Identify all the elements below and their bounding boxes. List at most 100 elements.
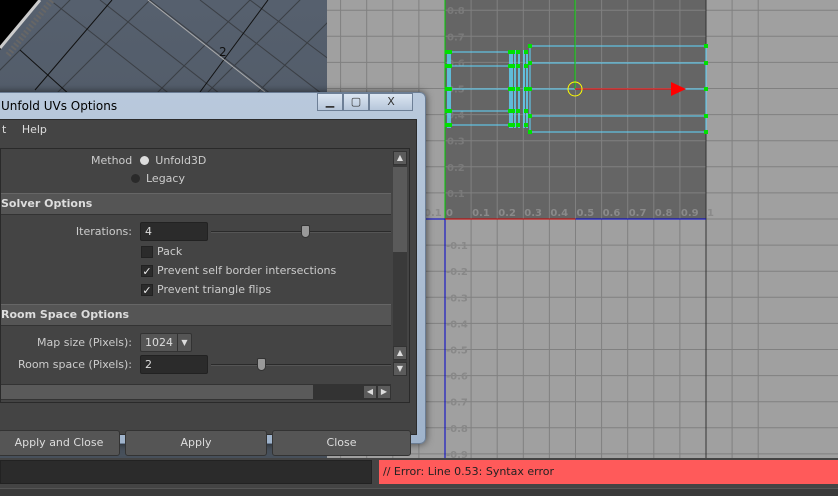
uv-vertex [511,64,515,68]
chevron-down-icon: ▼ [177,334,191,351]
unfold3d-label[interactable]: Unfold3D [155,154,206,167]
u-tick-label: 0 [446,208,453,219]
hscroll-thumb[interactable] [1,385,313,399]
u-tick-label: 0.7 [629,208,647,219]
v-tick-label: -0.5 [446,346,468,357]
room-space-label: Room space (Pixels): [17,358,132,371]
uv-vertex [448,50,452,54]
horizontal-scrollbar[interactable]: ◀ ▶ [1,384,391,400]
u-tick-label: 1 [707,208,714,219]
menu-edit[interactable]: t [2,123,6,136]
room-space-options-header[interactable]: Room Space Options [1,304,391,326]
vertical-scrollbar[interactable]: ▲ ▲ ▼ [393,151,407,376]
u-tick-label: 0.1 [472,208,490,219]
scroll-up-icon[interactable]: ▲ [393,346,407,360]
room-space-field[interactable]: 2 [140,355,208,374]
options-panel: Method Unfold3D Legacy Solver Options It… [0,148,410,403]
uv-vertex [511,87,515,91]
error-message: // Error: Line 0.53: Syntax error [379,460,838,484]
dialog-title: Unfold UVs Options [1,99,118,113]
uv-vertex [448,87,452,91]
iterations-field[interactable]: 4 [140,222,208,241]
uv-vertex [448,109,452,113]
pack-checkbox[interactable] [141,245,153,258]
uv-vertex [704,44,708,48]
scroll-left-icon[interactable]: ◀ [363,385,377,399]
scroll-thumb[interactable] [393,167,407,252]
uv-vertex [524,87,528,91]
uv-vertex [528,61,532,65]
uv-vertex [516,109,520,113]
iterations-slider[interactable] [211,225,391,238]
minimize-button[interactable]: ▁ [317,93,343,111]
scroll-right-icon[interactable]: ▶ [377,385,391,399]
v-tick-label: -0.7 [446,398,468,409]
slider-thumb[interactable] [301,225,310,238]
u-tick-label: 0.4 [550,208,568,219]
u-tick-label: 0.5 [577,208,595,219]
close-window-button[interactable]: X [369,93,413,111]
map-size-value: 1024 [145,336,173,349]
menu-bar: t Help [0,120,416,142]
v-tick-label: 0.8 [447,6,465,17]
radio-legacy[interactable] [131,174,140,183]
uv-vertex [516,64,520,68]
v-tick-label: 0.1 [447,189,465,200]
v-tick-label: 0.2 [447,163,465,174]
map-size-dropdown[interactable]: 1024 ▼ [140,333,192,352]
prevent-border-checkbox[interactable]: ✓ [141,264,153,277]
u-tick-label: 0.8 [655,208,673,219]
uv-vertex [704,130,708,134]
u-tick-label: 0.6 [603,208,621,219]
uv-vertex [524,64,528,68]
u-tick-label: 0.3 [524,208,542,219]
uv-vertex [511,109,515,113]
uv-vertex [524,109,528,113]
command-input[interactable] [0,460,372,484]
v-tick-label: 0.7 [447,32,465,43]
slider-thumb[interactable] [257,358,266,371]
v-tick-label: -0.6 [446,372,468,383]
v-tick-label: -0.3 [446,293,468,304]
pack-label: Pack [157,245,183,258]
uv-vertex [448,123,452,127]
v-tick-label: -0.1 [446,241,468,252]
prevent-border-label: Prevent self border intersections [157,264,337,277]
v-tick-label: 0.3 [447,137,465,148]
u-tick-label: 0.9 [681,208,699,219]
apply-and-close-button[interactable]: Apply and Close [0,430,120,456]
radio-unfold3d[interactable] [140,156,150,165]
unfold-uvs-options-dialog: Unfold UVs Options ▁ ▢ X t Help Method U… [0,92,426,456]
uv-vertex [704,114,708,118]
v-tick-label: -0.4 [446,319,468,330]
apply-button[interactable]: Apply [125,430,267,456]
solver-options-header[interactable]: Solver Options [1,193,391,215]
uv-vertex [704,61,708,65]
v-tick-label: -0.2 [446,267,468,278]
legacy-label[interactable]: Legacy [146,172,185,185]
command-line: // Error: Line 0.53: Syntax error [0,458,838,496]
map-size-label: Map size (Pixels): [37,336,132,349]
uv-vertex [511,123,515,127]
iterations-label: Iterations: [75,225,132,238]
prevent-flips-label: Prevent triangle flips [157,283,272,296]
scroll-down-icon[interactable]: ▼ [393,362,407,376]
scroll-up-icon[interactable]: ▲ [393,151,407,165]
v-tick-label: -0.9 [446,450,468,458]
uv-vertex [528,44,532,48]
uv-vertex [528,87,532,91]
close-button[interactable]: Close [272,430,411,456]
uv-vertex [448,64,452,68]
uv-vertex [516,123,520,127]
v-tick-label: -0.8 [446,424,468,435]
help-line [0,488,838,496]
prevent-flips-checkbox[interactable]: ✓ [141,283,153,296]
uv-vertex [528,114,532,118]
uv-vertex [524,50,528,54]
uv-vertex [704,87,708,91]
method-label: Method [91,154,133,167]
uv-vertex [511,50,515,54]
room-space-slider[interactable] [211,358,391,371]
menu-help[interactable]: Help [22,123,47,136]
maximize-button[interactable]: ▢ [343,93,369,111]
